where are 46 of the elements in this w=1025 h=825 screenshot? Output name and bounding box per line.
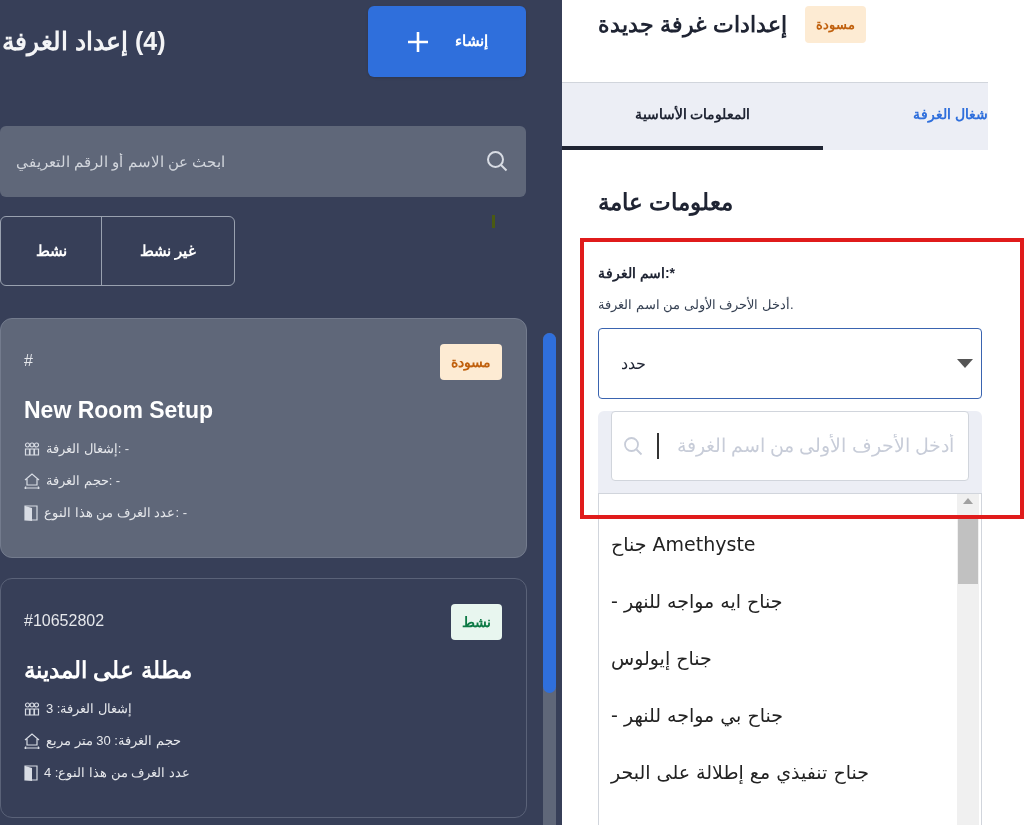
room-detail: إشغال الغرفة: 3 — [46, 700, 133, 719]
text-cursor — [657, 433, 659, 459]
house-icon — [24, 473, 40, 489]
scrollbar[interactable] — [957, 494, 979, 825]
room-name: New Room Setup — [24, 396, 214, 425]
search-icon — [486, 150, 508, 172]
room-detail: إشغال الغرفة: - — [46, 440, 130, 459]
field-hint: أدخل الأحرف الأولى من اسم الغرفة. — [598, 296, 794, 314]
status-mark — [492, 215, 495, 228]
panel-title: (4) إعداد الغرفة — [1, 25, 166, 59]
search-icon — [623, 436, 643, 456]
dropdown-option[interactable]: - جناح بي مواجه للنهر — [611, 703, 783, 727]
room-detail: حجم الغرفة: - — [46, 472, 121, 491]
room-detail: عدد الغرف من هذا النوع: 4 — [44, 764, 190, 783]
tab[interactable]: شغال الغرفة — [823, 83, 988, 150]
room-name: مطلة على المدينة — [24, 656, 192, 685]
scrollbar-thumb[interactable] — [543, 333, 556, 693]
page-title: إعدادات غرفة جديدة — [598, 11, 788, 40]
dropdown-option[interactable]: جناح Amethyste — [611, 532, 756, 556]
tab[interactable]: المعلومات الأساسية — [562, 83, 823, 150]
room-id: # — [24, 351, 33, 371]
house-icon — [24, 733, 40, 749]
plus-icon — [406, 30, 429, 53]
door-icon — [24, 765, 38, 781]
people-icon — [24, 701, 40, 717]
people-icon — [24, 441, 40, 457]
select-field[interactable]: حدد — [598, 328, 982, 399]
room-id: #10652802 — [24, 611, 105, 631]
dropdown-option[interactable]: - جناح ايه مواجه للنهر — [611, 589, 783, 613]
scroll-up-icon[interactable] — [963, 498, 973, 504]
field-label: اسم الغرفة:* — [598, 264, 675, 282]
filter-button[interactable]: غير نشط — [101, 217, 234, 285]
caret-icon — [957, 358, 973, 369]
create-button[interactable]: إنشاء — [368, 6, 526, 77]
scrollbar[interactable] — [543, 333, 556, 825]
status-badge: مسودة — [440, 344, 502, 380]
status-badge: مسودة — [805, 6, 867, 43]
room-detail: حجم الغرفة: 30 متر مربع — [46, 732, 181, 751]
door-icon — [24, 505, 38, 521]
scrollbar-thumb[interactable] — [958, 516, 978, 584]
dropdown-option[interactable]: جناح تنفيذي مع إطلالة على البحر — [611, 760, 869, 784]
status-badge: نشط — [451, 604, 502, 640]
filter-button[interactable]: نشط — [1, 217, 101, 285]
room-detail: عدد الغرف من هذا النوع: - — [44, 504, 187, 523]
dropdown-option[interactable]: جناح إيولوس — [611, 646, 712, 670]
section-heading: معلومات عامة — [598, 188, 734, 216]
